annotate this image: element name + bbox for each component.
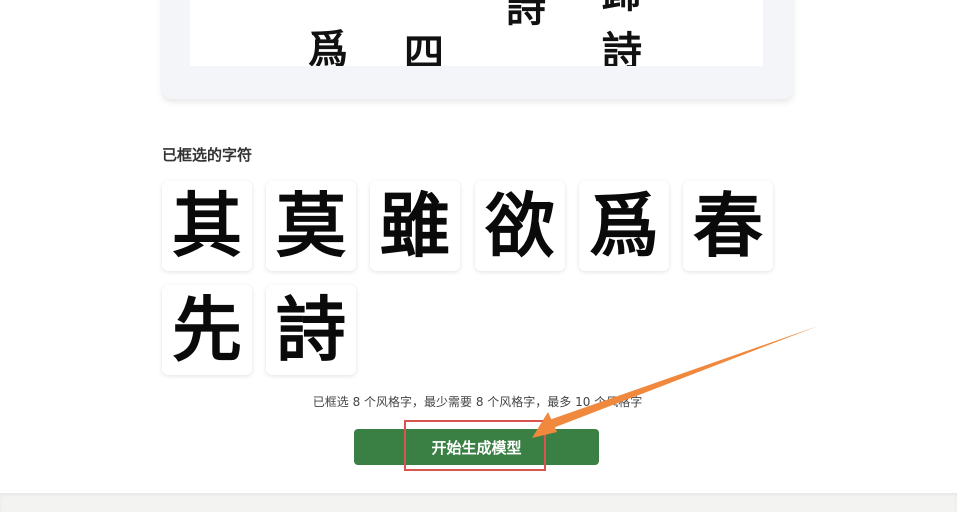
char-tile[interactable]: 先 (162, 285, 252, 375)
char-glyph: 欲 (485, 184, 555, 267)
char-glyph: 其 (172, 184, 242, 267)
preview-card: 爲 四 詩 歸 詩 (162, 0, 793, 99)
char-glyph: 先 (172, 288, 242, 371)
preview-glyph: 詩 (506, 0, 546, 31)
char-glyph: 莫 (276, 184, 346, 267)
start-generate-model-button[interactable]: 开始生成模型 (354, 429, 599, 465)
char-tile[interactable]: 其 (162, 181, 252, 271)
char-tile[interactable]: 詩 (266, 285, 356, 375)
footer-strip (0, 493, 957, 512)
preview-glyph: 歸 (602, 0, 642, 14)
preview-glyph: 爲 (308, 26, 348, 67)
char-tile[interactable]: 雖 (370, 181, 460, 271)
char-glyph: 雖 (380, 184, 450, 267)
selected-characters-title: 已框选的字符 (162, 146, 253, 164)
selection-status: 已框选 8 个风格字，最少需要 8 个风格字，最多 10 个风格字 (312, 395, 643, 409)
preview-paper: 爲 四 詩 歸 詩 (190, 0, 763, 66)
preview-glyph: 詩 (602, 28, 642, 67)
char-tile[interactable]: 春 (683, 181, 773, 271)
page: 爲 四 詩 歸 詩 已框选的字符 其 莫 雖 欲 爲 春 先 詩 (0, 0, 957, 512)
char-glyph: 詩 (276, 288, 346, 371)
char-glyph: 春 (693, 184, 763, 267)
char-tile[interactable]: 爲 (579, 181, 669, 271)
char-tile[interactable]: 莫 (266, 181, 356, 271)
char-tile[interactable]: 欲 (475, 181, 565, 271)
char-glyph: 爲 (589, 184, 659, 267)
preview-glyph: 四 (404, 30, 444, 67)
